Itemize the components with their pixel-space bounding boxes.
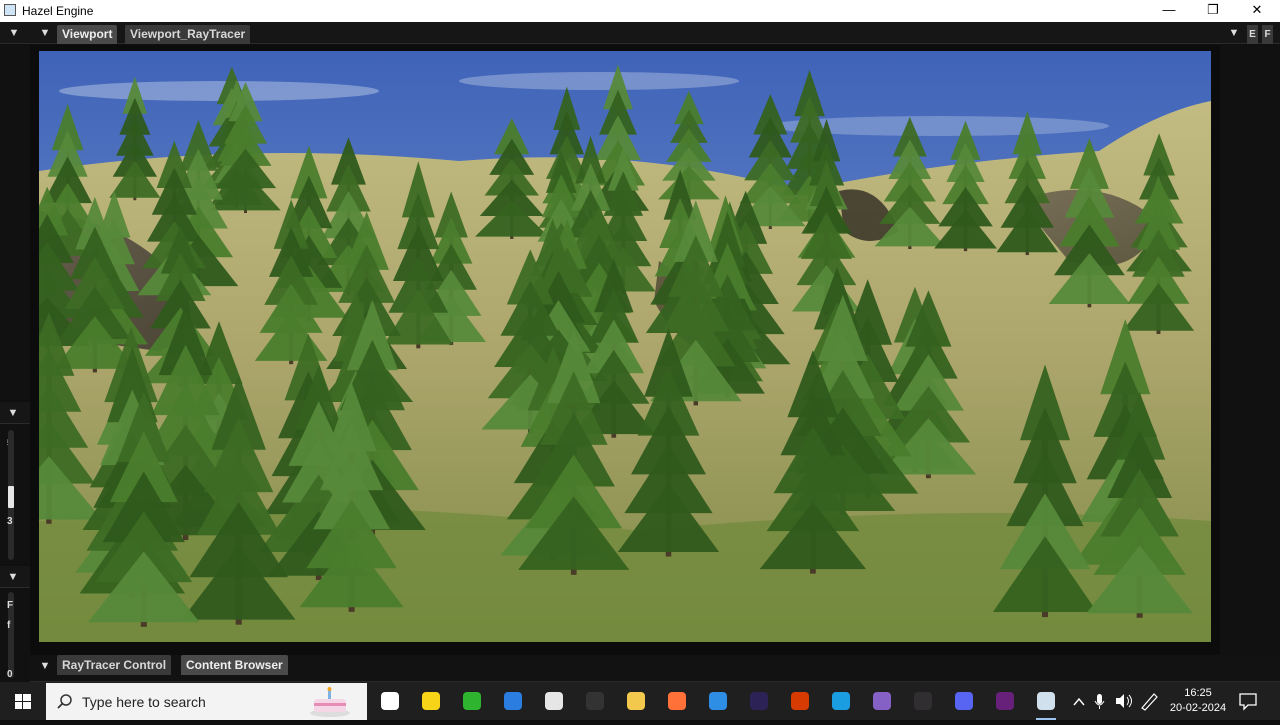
mail-icon[interactable] (704, 687, 732, 715)
bluetooth-share-icon[interactable] (499, 687, 527, 715)
restore-button[interactable]: ❐ (1190, 0, 1236, 22)
task-view-icon[interactable] (376, 687, 404, 715)
terminal-icon[interactable] (581, 687, 609, 715)
dock-menu-icon[interactable]: ▼ (35, 655, 55, 677)
system-tray (1070, 682, 1162, 720)
hazel-engine-icon[interactable] (1032, 687, 1060, 720)
volume-icon[interactable] (1116, 694, 1132, 708)
dock-menu-icon[interactable]: ▼ (4, 22, 24, 44)
left-dock-header: ▼ (0, 22, 30, 44)
office-icon[interactable] (786, 687, 814, 715)
dock-menu-icon[interactable]: ▼ (1224, 22, 1244, 44)
system-clock[interactable]: 16:25 20-02-2024 (1164, 686, 1232, 716)
windows-icon (15, 694, 31, 709)
cake-icon (310, 687, 350, 717)
scrollbar[interactable] (8, 430, 14, 560)
forest-scene (39, 51, 1211, 642)
taskbar-search[interactable]: Type here to search (46, 683, 367, 720)
bottom-dock-tab-bar: ▼ RayTracer Control Content Browser (30, 655, 1280, 682)
title-bar: Hazel Engine — ❐ ✕ (0, 0, 1280, 22)
firefox-icon[interactable] (663, 687, 691, 715)
microsoft-store-icon[interactable] (540, 687, 568, 715)
left-panel-bottom: F f 0 (0, 588, 30, 682)
tab-raytracer-control[interactable]: RayTracer Control (57, 655, 172, 675)
panel-text: F (7, 600, 14, 611)
pen-icon[interactable] (1141, 693, 1158, 711)
dock-menu-icon[interactable]: ▼ (3, 566, 23, 588)
minimize-button[interactable]: — (1146, 0, 1192, 22)
edge-icon[interactable] (827, 687, 855, 715)
start-button[interactable] (0, 682, 46, 720)
right-panel (1220, 45, 1280, 655)
left-panel-top (0, 45, 30, 400)
dock-menu-icon[interactable]: ▼ (35, 22, 55, 44)
discord-icon[interactable] (950, 687, 978, 715)
tab-viewport-raytracer[interactable]: Viewport_RayTracer (125, 25, 251, 44)
panel-text: 3 (7, 516, 13, 527)
tab-e[interactable]: E (1247, 25, 1258, 44)
panel-text: f (7, 620, 11, 631)
obs-studio-icon[interactable] (909, 687, 937, 715)
left-panel-mid-header: ▼ (0, 402, 30, 424)
app-icon (4, 4, 16, 16)
tab-f[interactable]: F (1262, 25, 1273, 44)
xbox-icon[interactable] (458, 687, 486, 715)
tab-viewport[interactable]: Viewport (57, 25, 118, 44)
right-dock-header: ▼ E F (1220, 22, 1280, 44)
search-icon (57, 694, 72, 709)
sticky-notes-icon[interactable] (417, 687, 445, 715)
dev-terminal-icon[interactable] (991, 687, 1019, 715)
close-button[interactable]: ✕ (1234, 0, 1280, 22)
chevron-up-icon[interactable] (1073, 697, 1085, 706)
taskbar: Type here to search 16:25 20-02-2024 (0, 682, 1280, 720)
dock-menu-icon[interactable]: ▼ (3, 402, 23, 424)
left-panel-mid: 5 3 (0, 424, 30, 564)
left-panel-bottom-header: ▼ (0, 566, 30, 588)
search-placeholder: Type here to search (82, 694, 206, 710)
clock-time: 16:25 (1184, 687, 1212, 699)
visual-studio-icon[interactable] (868, 687, 896, 715)
window-title: Hazel Engine (22, 4, 94, 18)
file-explorer-icon[interactable] (622, 687, 650, 715)
tab-content-browser[interactable]: Content Browser (181, 655, 288, 675)
viewport-render[interactable] (39, 51, 1211, 642)
microphone-icon[interactable] (1094, 694, 1105, 709)
eclipse-icon[interactable] (745, 687, 773, 715)
panel-text: 0 (7, 669, 13, 680)
clock-date: 20-02-2024 (1169, 702, 1227, 714)
viewport-tab-bar: ▼ Viewport Viewport_RayTracer (30, 22, 1220, 44)
notification-icon[interactable] (1238, 691, 1258, 711)
scroll-thumb[interactable] (8, 486, 14, 508)
